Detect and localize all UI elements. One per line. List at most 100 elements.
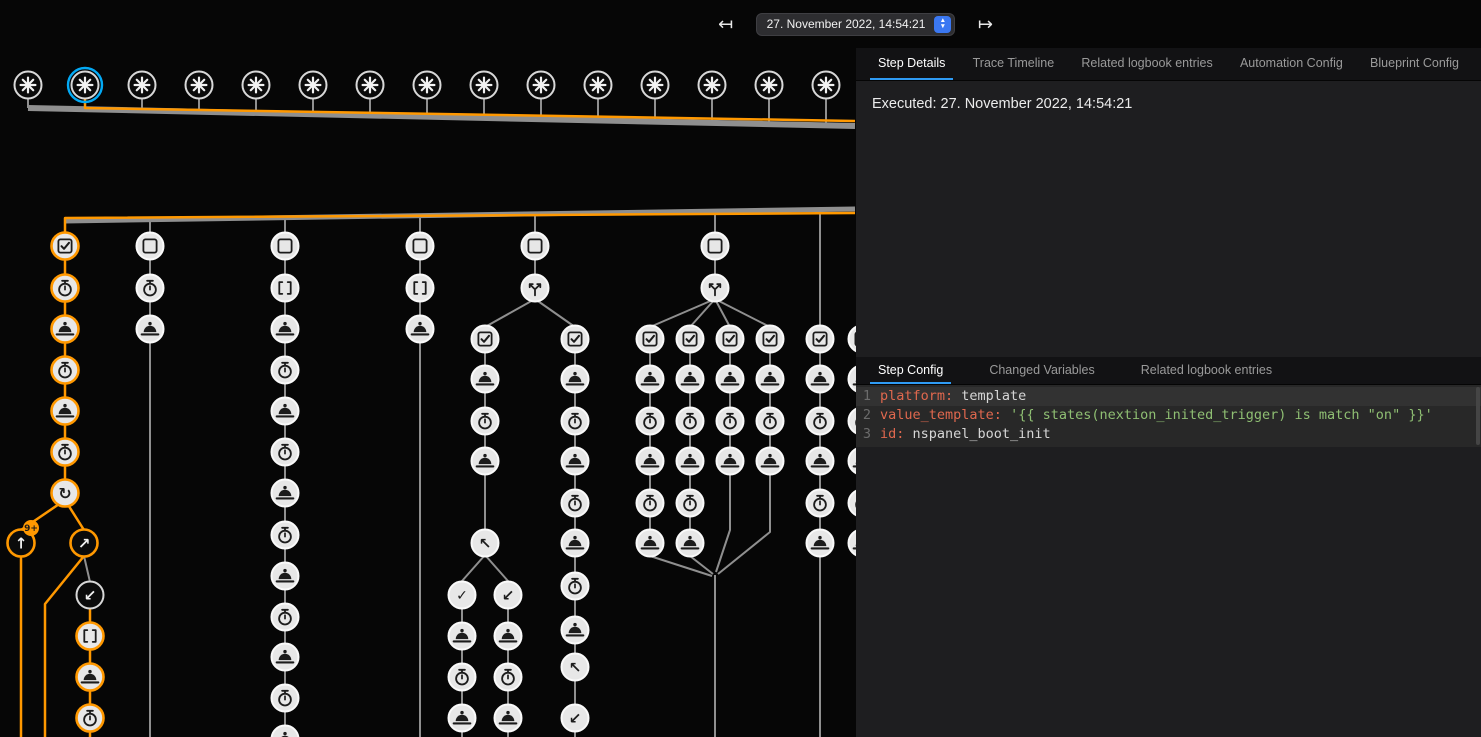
tab-changed-variables[interactable]: Changed Variables xyxy=(981,357,1102,384)
trace-node-dome[interactable] xyxy=(849,530,857,557)
trace-node-dome[interactable] xyxy=(637,366,664,393)
trace-node-choose[interactable] xyxy=(702,275,729,302)
trace-node-timer[interactable] xyxy=(472,408,499,435)
trace-node-timer[interactable] xyxy=(849,490,857,517)
trace-node-dome[interactable] xyxy=(272,316,299,343)
trace-node-trigger[interactable] xyxy=(813,72,840,99)
trace-node-dome[interactable] xyxy=(849,366,857,393)
trace-node-dome[interactable] xyxy=(272,398,299,425)
tab-step-config[interactable]: Step Config xyxy=(870,357,951,384)
trace-node-timer[interactable] xyxy=(807,408,834,435)
trace-node-trigger[interactable] xyxy=(414,72,441,99)
code-scrollbar[interactable] xyxy=(1476,387,1480,445)
tab-related-logbook-entries[interactable]: Related logbook entries xyxy=(1073,48,1220,80)
trace-node-timer[interactable] xyxy=(637,490,664,517)
trace-node-checkbox-marked[interactable] xyxy=(677,326,704,353)
trace-node-trigger[interactable] xyxy=(300,72,327,99)
tab-step-details[interactable]: Step Details xyxy=(870,48,953,80)
trace-node-trigger[interactable] xyxy=(186,72,213,99)
trace-node-brackets[interactable] xyxy=(407,275,434,302)
trace-node-dome[interactable] xyxy=(717,366,744,393)
trace-node-checkbox-marked[interactable] xyxy=(52,233,79,260)
trace-node-dome[interactable] xyxy=(472,366,499,393)
trace-node-timer[interactable] xyxy=(272,685,299,712)
trace-node-arrow-ne[interactable]: ↗ xyxy=(71,530,98,557)
trace-node-trigger[interactable] xyxy=(585,72,612,99)
trace-node-dome[interactable] xyxy=(562,448,589,475)
tab-related-logbook-entries[interactable]: Related logbook entries xyxy=(1133,357,1280,384)
trace-node-trigger[interactable] xyxy=(756,72,783,99)
trace-node-checkbox-marked[interactable] xyxy=(637,326,664,353)
trace-node-dome[interactable] xyxy=(449,705,476,732)
trace-node-dome[interactable] xyxy=(637,448,664,475)
trace-node-arrow-nw[interactable]: ↖ xyxy=(562,654,589,681)
trace-node-dome[interactable] xyxy=(472,448,499,475)
trace-node-checkbox-marked[interactable] xyxy=(849,326,857,353)
trace-node-checkbox-blank[interactable] xyxy=(272,233,299,260)
trace-node-dome[interactable] xyxy=(272,644,299,671)
trace-node-timer[interactable] xyxy=(272,604,299,631)
tab-trace-timeline[interactable]: Trace Timeline xyxy=(965,48,1063,80)
trace-node-trigger[interactable] xyxy=(471,72,498,99)
trace-node-dome[interactable] xyxy=(495,705,522,732)
trace-node-dome[interactable] xyxy=(637,530,664,557)
trace-node-timer[interactable] xyxy=(562,573,589,600)
trace-node-timer[interactable] xyxy=(757,408,784,435)
trace-node-dome[interactable] xyxy=(495,623,522,650)
trace-node-dome[interactable] xyxy=(562,530,589,557)
trace-node-checkbox-blank[interactable] xyxy=(407,233,434,260)
tab-automation-config[interactable]: Automation Config xyxy=(1232,48,1351,80)
trace-node-dome[interactable] xyxy=(717,448,744,475)
trace-node-dome[interactable] xyxy=(562,366,589,393)
trace-node-trigger[interactable] xyxy=(642,72,669,99)
trace-node-trigger[interactable] xyxy=(15,72,42,99)
trace-node-dome[interactable] xyxy=(807,366,834,393)
trace-node-dome[interactable] xyxy=(272,563,299,590)
trace-node-checkbox-marked[interactable] xyxy=(807,326,834,353)
trace-node-choose[interactable] xyxy=(522,275,549,302)
trace-node-timer[interactable] xyxy=(272,357,299,384)
trace-node-timer[interactable] xyxy=(849,408,857,435)
trace-node-timer[interactable] xyxy=(562,490,589,517)
trace-node-dome[interactable] xyxy=(52,398,79,425)
trace-node-dome[interactable] xyxy=(52,316,79,343)
trace-node-dome[interactable] xyxy=(562,617,589,644)
trace-node-trigger[interactable] xyxy=(357,72,384,99)
trace-node-dome[interactable] xyxy=(849,448,857,475)
trace-node-trigger-selected[interactable] xyxy=(68,68,102,102)
trace-node-dome[interactable] xyxy=(272,480,299,507)
trace-node-dome[interactable] xyxy=(407,316,434,343)
trace-node-timer[interactable] xyxy=(807,490,834,517)
trace-node-dome[interactable] xyxy=(807,448,834,475)
trace-node-dome[interactable] xyxy=(677,366,704,393)
trace-node-check[interactable]: ✓ xyxy=(449,582,476,609)
trace-node-trigger[interactable] xyxy=(129,72,156,99)
trace-node-timer[interactable] xyxy=(77,705,104,732)
trace-node-dome[interactable] xyxy=(677,448,704,475)
trace-node-repeat[interactable]: ↻ xyxy=(52,480,79,507)
trace-node-arrow-nw[interactable]: ↖ xyxy=(472,530,499,557)
trace-node-timer[interactable] xyxy=(137,275,164,302)
trace-node-timer[interactable] xyxy=(52,275,79,302)
trace-node-arrow-sw[interactable]: ↙ xyxy=(495,582,522,609)
trace-node-checkbox-marked[interactable] xyxy=(757,326,784,353)
trace-node-timer[interactable] xyxy=(52,357,79,384)
trace-node-trigger[interactable] xyxy=(528,72,555,99)
trace-node-timer[interactable] xyxy=(52,439,79,466)
trace-node-timer[interactable] xyxy=(449,664,476,691)
trace-node-dome[interactable] xyxy=(757,448,784,475)
trace-node-dome[interactable] xyxy=(807,530,834,557)
trace-node-timer[interactable] xyxy=(495,664,522,691)
trace-node-trigger[interactable] xyxy=(699,72,726,99)
trace-node-arrow-sw[interactable]: ↙ xyxy=(562,705,589,732)
next-trace-button[interactable]: ↦ xyxy=(971,14,999,35)
trace-node-dome[interactable] xyxy=(137,316,164,343)
trace-node-brackets[interactable] xyxy=(77,623,104,650)
trace-node-timer[interactable] xyxy=(677,408,704,435)
trace-node-checkbox-blank[interactable] xyxy=(137,233,164,260)
previous-trace-button[interactable]: ↤ xyxy=(712,14,740,35)
trace-node-timer[interactable] xyxy=(677,490,704,517)
trace-node-dome[interactable] xyxy=(449,623,476,650)
trace-node-checkbox-blank[interactable] xyxy=(522,233,549,260)
trace-node-checkbox-marked[interactable] xyxy=(562,326,589,353)
